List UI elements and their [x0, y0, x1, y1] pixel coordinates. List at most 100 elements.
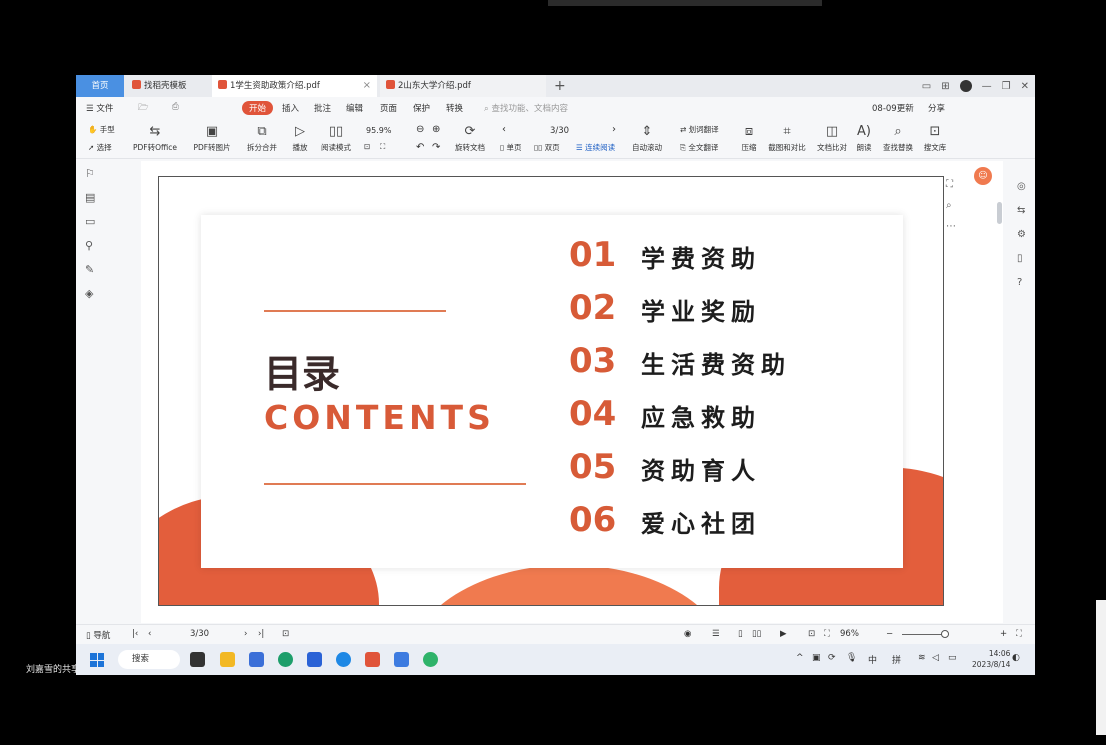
search-input[interactable]: ⌕ 查找功能、文档内容 — [484, 102, 568, 114]
wps-icon[interactable] — [365, 652, 380, 667]
signature-icon[interactable]: ✎ — [85, 263, 94, 276]
tab-home[interactable]: 首页 — [76, 75, 124, 97]
translate-icon[interactable]: ⇆ — [1017, 205, 1025, 216]
sync-icon[interactable]: ⟳ — [828, 653, 836, 663]
zoom-in-icon[interactable]: ⊕ — [432, 124, 440, 135]
ime-language[interactable]: 中 — [868, 653, 877, 666]
rotate-right-icon[interactable]: ↷ — [432, 142, 440, 153]
fit-page-icon[interactable]: ⛶ — [380, 142, 385, 152]
layout-icon[interactable]: ▭ — [922, 81, 931, 92]
folder-icon[interactable]: 🗁 — [138, 102, 149, 116]
word-translate-button[interactable]: ⇄ 划词翻译 — [680, 124, 719, 135]
file-explorer-icon[interactable] — [220, 652, 235, 667]
menu-insert[interactable]: 插入 — [282, 102, 299, 114]
grid-icon[interactable]: ⊞ — [941, 81, 949, 92]
meeting-icon[interactable] — [394, 652, 409, 667]
double-page-button[interactable]: ▯▯ 双页 — [534, 142, 560, 153]
full-translate-button[interactable]: ⎘ 全文翻译 — [680, 142, 718, 153]
play-button[interactable]: ▷ 播放 — [288, 124, 312, 153]
store-icon[interactable] — [249, 652, 264, 667]
pdf-to-image-button[interactable]: ▣ PDF转图片 — [190, 124, 234, 153]
fit-icon[interactable]: ⛶ — [946, 179, 964, 190]
tray-expand-icon[interactable]: ^ — [796, 653, 804, 663]
notification-icon[interactable]: ◐ — [1012, 653, 1020, 663]
single-page-icon[interactable]: ▯ — [738, 629, 743, 639]
continuous-icon[interactable]: ☰ — [712, 629, 720, 639]
select-tool[interactable]: ➚ 选择 — [88, 142, 112, 153]
menu-start[interactable]: 开始 — [242, 101, 274, 115]
hand-tool[interactable]: ✋ 手型 — [88, 124, 115, 135]
fit-icon[interactable]: ⛶ — [824, 629, 830, 639]
comment-icon[interactable]: ▭ — [85, 215, 95, 228]
split-merge-button[interactable]: ⧉ 拆分合并 — [240, 124, 284, 153]
vertical-scrollbar[interactable] — [997, 202, 1002, 224]
zoom-search-icon[interactable]: ⌕ — [946, 200, 964, 211]
close-window-icon[interactable]: ✕ — [1021, 81, 1029, 92]
menu-page[interactable]: 页面 — [380, 102, 397, 114]
menu-protect[interactable]: 保护 — [413, 102, 430, 114]
print-icon[interactable]: ⎙ — [172, 102, 179, 112]
doc-library-button[interactable]: ⊡ 搜文库 — [920, 124, 950, 153]
tab-doc-2[interactable]: 2山东大学介绍.pdf — [380, 75, 546, 97]
next-page-icon[interactable]: › — [244, 629, 247, 639]
fullscreen-icon[interactable]: ⛶ — [1016, 629, 1022, 639]
ime-mode[interactable]: 拼 — [892, 653, 901, 666]
back-icon[interactable]: ⊡ — [282, 629, 289, 639]
ai-icon[interactable]: ◎ — [1017, 181, 1026, 192]
actual-size-icon[interactable]: ⊡ — [808, 629, 815, 639]
zoom-value[interactable]: 95.9% — [366, 126, 391, 135]
read-aloud-button[interactable]: A) 朗读 — [852, 124, 876, 153]
doc-compare-button[interactable]: ◫ 文档比对 — [814, 124, 850, 153]
actual-size-icon[interactable]: ⊡ — [364, 142, 370, 151]
read-mode-button[interactable]: ▯▯ 阅读模式 — [316, 124, 356, 153]
wechat-icon[interactable] — [423, 652, 438, 667]
page-number[interactable]: 3/30 — [190, 629, 209, 639]
app-icon[interactable] — [307, 652, 322, 667]
single-page-button[interactable]: ▯ 单页 — [500, 142, 522, 153]
new-tab-button[interactable]: + — [554, 75, 566, 97]
more-icon[interactable]: ⋯ — [946, 221, 964, 232]
zoom-percent[interactable]: 96% — [840, 629, 859, 639]
menu-annotate[interactable]: 批注 — [314, 102, 331, 114]
restore-icon[interactable]: ❐ — [1002, 81, 1011, 92]
zoom-in-icon[interactable]: + — [1000, 629, 1007, 639]
play-icon[interactable]: ▶ — [780, 629, 787, 639]
menu-convert[interactable]: 转换 — [446, 102, 463, 114]
bookmark-icon[interactable]: ⚐ — [85, 167, 95, 180]
tab-template[interactable]: 找稻壳模板 — [126, 75, 210, 97]
zoom-slider[interactable] — [902, 634, 946, 635]
task-view-icon[interactable] — [190, 652, 205, 667]
prev-page-icon[interactable]: ‹ — [502, 124, 506, 135]
compress-button[interactable]: ⧈ 压缩 — [736, 124, 762, 153]
screenshot-compare-button[interactable]: ⌗ 截图和对比 — [764, 124, 810, 153]
double-page-icon[interactable]: ▯▯ — [752, 629, 761, 639]
attachment-icon[interactable]: ⚲ — [85, 239, 93, 252]
edge-icon[interactable] — [278, 652, 293, 667]
rotate-doc-button[interactable]: ⟳ 旋转文档 — [452, 124, 488, 153]
menu-file[interactable]: ☰ 文件 — [86, 102, 113, 114]
settings-sliders-icon[interactable]: ⚙ — [1017, 229, 1026, 240]
book-icon[interactable]: ▯ — [1017, 253, 1023, 264]
avatar[interactable] — [959, 80, 972, 92]
taskbar-search[interactable]: 搜索 — [118, 650, 180, 669]
thumbnail-icon[interactable]: ▤ — [85, 191, 95, 204]
volume-icon[interactable]: ◁ — [932, 653, 939, 663]
update-button[interactable]: 08-09更新 — [872, 102, 914, 114]
find-replace-button[interactable]: ⌕ 查找替换 — [878, 124, 918, 153]
prev-page-icon[interactable]: ‹ — [148, 629, 151, 639]
battery-icon[interactable]: ▭ — [948, 653, 957, 663]
tray-app-icon[interactable]: ▣ — [812, 653, 821, 663]
first-page-icon[interactable]: |‹ — [132, 629, 138, 639]
pdf-to-office-button[interactable]: ⇆ PDF转Office — [128, 124, 182, 153]
zoom-slider-handle[interactable] — [941, 630, 949, 638]
rotate-left-icon[interactable]: ↶ — [416, 142, 424, 153]
clock[interactable]: 14:06 2023/8/14 — [972, 648, 1010, 670]
last-page-icon[interactable]: ›| — [258, 629, 264, 639]
auto-scroll-button[interactable]: ⇕ 自动滚动 — [626, 124, 668, 153]
layers-icon[interactable]: ◈ — [85, 287, 93, 300]
next-page-icon[interactable]: › — [612, 124, 616, 135]
nav-toggle[interactable]: ▯ 导航 — [86, 629, 110, 641]
zoom-out-icon[interactable]: − — [886, 629, 893, 639]
zoom-out-icon[interactable]: ⊖ — [416, 124, 424, 135]
close-tab-icon[interactable]: × — [363, 75, 371, 97]
